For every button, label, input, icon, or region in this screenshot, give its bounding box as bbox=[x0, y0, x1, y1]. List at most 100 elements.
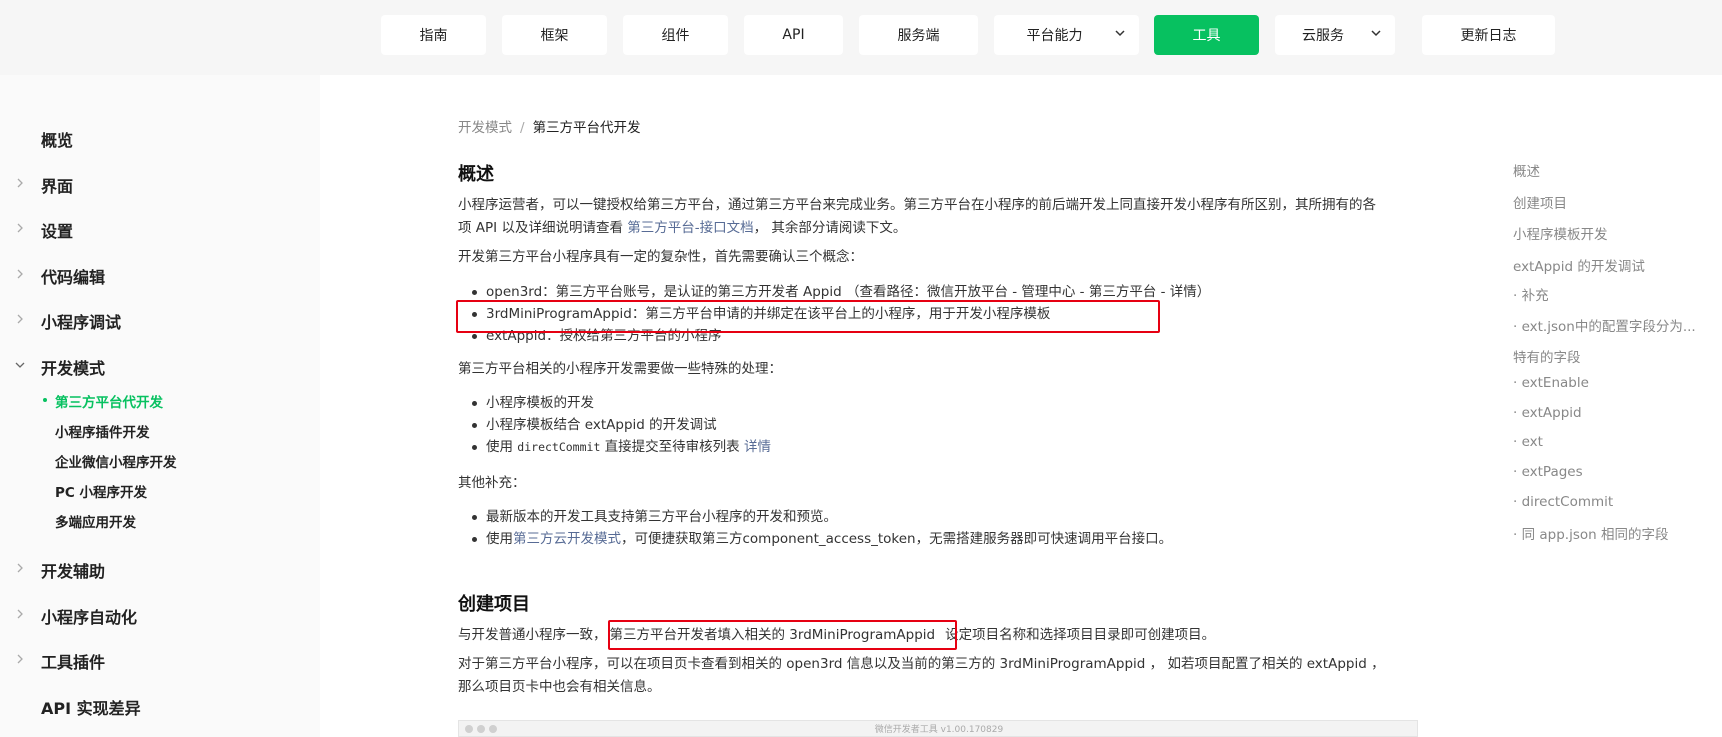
chevron-right-icon bbox=[17, 178, 23, 188]
chevron-right-icon bbox=[17, 563, 23, 573]
toc-item[interactable]: · 同 app.json 相同的字段 bbox=[1513, 523, 1668, 543]
sidebar-item-settings[interactable]: 设置 bbox=[0, 214, 320, 244]
chevron-down-icon bbox=[15, 362, 25, 368]
sidebar-item-label: 开发辅助 bbox=[41, 562, 106, 581]
link-api-docs[interactable]: 第三方平台-接口文档 bbox=[627, 220, 753, 236]
embedded-screenshot-title: 微信开发者工具 v1.00.170829 bbox=[874, 725, 1004, 735]
nav-server[interactable]: 服务端 bbox=[859, 15, 978, 55]
paragraph-intro-line1: 小程序运营者，可以一键授权给第三方平台，通过第三方平台来完成业务。第三方平台在小… bbox=[458, 197, 1376, 213]
paragraph-project-card-line2: 那么项目页卡中也会有相关信息。 bbox=[458, 679, 661, 695]
sidebar-item-dev-assist[interactable]: 开发辅助 bbox=[0, 554, 320, 584]
paragraph-extra-intro: 其他补充： bbox=[458, 475, 526, 491]
sidebar-item-code-editing[interactable]: 代码编辑 bbox=[0, 260, 320, 290]
sidebar-item-label: 概览 bbox=[41, 131, 74, 150]
sidebar-item-interface[interactable]: 界面 bbox=[0, 169, 320, 199]
paragraph-concepts-intro: 开发第三方平台小程序具有一定的复杂性，首先需要确认三个概念： bbox=[458, 249, 863, 265]
list-item: 使用 directCommit 直接提交至待审核列表 详情 bbox=[472, 437, 771, 457]
nav-platform-capabilities[interactable]: 平台能力 bbox=[994, 15, 1139, 55]
text: ，可便捷获取第三方component_access_token，无需搭建服务器即… bbox=[621, 531, 1173, 547]
link-details[interactable]: 详情 bbox=[744, 439, 771, 455]
toc-item[interactable]: extAppid 的开发调试 bbox=[1513, 255, 1645, 275]
toc-item[interactable]: 创建项目 bbox=[1513, 192, 1567, 212]
sidebar-subitem-label: PC 小程序开发 bbox=[55, 485, 148, 501]
text: 使用 bbox=[486, 531, 513, 547]
paragraph-intro-line2: 项 API 以及详细说明请查看 第三方平台-接口文档， 其余部分请阅读下文。 bbox=[458, 217, 906, 240]
text: 与开发普通小程序一致， bbox=[458, 627, 607, 643]
toc-item[interactable]: 概述 bbox=[1513, 160, 1540, 180]
nav-changelog[interactable]: 更新日志 bbox=[1422, 15, 1555, 55]
sidebar-subitem-third-party[interactable]: 第三方平台代开发 bbox=[0, 388, 320, 412]
chevron-down-icon bbox=[1115, 30, 1125, 37]
sidebar-item-label: API 实现差异 bbox=[41, 699, 141, 718]
embedded-screenshot: 微信开发者工具 v1.00.170829 bbox=[458, 720, 1418, 737]
sidebar-subitem-pc[interactable]: PC 小程序开发 bbox=[0, 478, 320, 502]
sidebar-item-label: 工具插件 bbox=[41, 653, 106, 672]
text: 设定项目名称和选择项目目录即可创建项目。 bbox=[945, 627, 1216, 643]
sidebar-subitem-plugin[interactable]: 小程序插件开发 bbox=[0, 418, 320, 442]
breadcrumb: 开发模式 / 第三方平台代开发 bbox=[458, 116, 641, 136]
sidebar-item-overview[interactable]: 概览 bbox=[0, 123, 320, 153]
toc-item[interactable]: 小程序模板开发 bbox=[1513, 223, 1608, 243]
breadcrumb-separator: / bbox=[520, 120, 525, 136]
sidebar-subitem-label: 第三方平台代开发 bbox=[55, 395, 163, 411]
chevron-right-icon bbox=[17, 269, 23, 279]
nav-cloud-service-label: 云服务 bbox=[1302, 28, 1344, 44]
code-direct-commit: directCommit bbox=[517, 440, 601, 454]
nav-api[interactable]: API bbox=[744, 15, 843, 55]
link-cloud-dev-mode[interactable]: 第三方云开发模式 bbox=[513, 531, 621, 547]
list-item: 小程序模板结合 extAppid 的开发调试 bbox=[472, 417, 717, 433]
chevron-down-icon bbox=[1371, 30, 1381, 37]
current-dot-icon bbox=[43, 398, 47, 402]
text: 项 API 以及详细说明请查看 bbox=[458, 220, 628, 236]
top-nav: 指南 框架 组件 API 服务端 平台能力 工具 云服务 更新日志 bbox=[0, 0, 1722, 75]
nav-framework[interactable]: 框架 bbox=[502, 15, 607, 55]
sidebar-item-label: 代码编辑 bbox=[41, 268, 106, 287]
list-item: 最新版本的开发工具支持第三方平台小程序的开发和预览。 bbox=[472, 509, 837, 525]
highlight-box bbox=[608, 620, 957, 650]
breadcrumb-current: 第三方平台代开发 bbox=[532, 120, 641, 136]
sidebar-item-label: 开发模式 bbox=[41, 359, 106, 378]
list-item: 使用第三方云开发模式，可便捷获取第三方component_access_toke… bbox=[471, 529, 1173, 549]
highlight-box bbox=[456, 300, 1160, 333]
section-title-overview: 概述 bbox=[458, 164, 494, 185]
text: 使用 bbox=[486, 439, 518, 455]
toc-item[interactable]: · directCommit bbox=[1513, 494, 1613, 510]
sidebar-item-label: 设置 bbox=[41, 222, 74, 241]
toc-item[interactable]: · ext bbox=[1513, 434, 1543, 450]
sidebar-subitem-label: 小程序插件开发 bbox=[55, 425, 150, 441]
toc-item[interactable]: · extPages bbox=[1513, 464, 1583, 480]
sidebar-subitem-label: 多端应用开发 bbox=[55, 515, 136, 531]
nav-guide[interactable]: 指南 bbox=[381, 15, 486, 55]
sidebar-item-label: 小程序调试 bbox=[41, 313, 122, 332]
sidebar-subitem-multi-platform[interactable]: 多端应用开发 bbox=[0, 508, 320, 532]
sidebar-item-api-diff[interactable]: API 实现差异 bbox=[0, 691, 320, 721]
chevron-right-icon bbox=[17, 314, 23, 324]
toc-item[interactable]: · extEnable bbox=[1513, 375, 1589, 391]
toc-item[interactable]: · ext.json中的配置字段分为... bbox=[1513, 315, 1696, 335]
sidebar: 概览 界面 设置 代码编辑 小程序调试 开发模式 第三方平台代开发 小程序插件开… bbox=[0, 75, 320, 737]
nav-platform-capabilities-label: 平台能力 bbox=[1026, 28, 1083, 44]
text: 直接提交至待审核列表 bbox=[600, 439, 744, 455]
chevron-right-icon bbox=[17, 609, 23, 619]
chevron-right-icon bbox=[17, 654, 23, 664]
sidebar-item-dev-mode[interactable]: 开发模式 bbox=[0, 351, 320, 381]
nav-cloud-service[interactable]: 云服务 bbox=[1275, 15, 1395, 55]
sidebar-subitem-wecom[interactable]: 企业微信小程序开发 bbox=[0, 448, 320, 472]
section-title-create-project: 创建项目 bbox=[458, 594, 530, 615]
paragraph-special-intro: 第三方平台相关的小程序开发需要做一些特殊的处理： bbox=[458, 361, 782, 377]
chevron-right-icon bbox=[17, 223, 23, 233]
nav-components[interactable]: 组件 bbox=[623, 15, 728, 55]
text: ， 其余部分请阅读下文。 bbox=[753, 220, 907, 236]
sidebar-item-automation[interactable]: 小程序自动化 bbox=[0, 600, 320, 630]
sidebar-item-debugging[interactable]: 小程序调试 bbox=[0, 305, 320, 335]
nav-tools[interactable]: 工具 bbox=[1154, 15, 1259, 55]
sidebar-subitem-label: 企业微信小程序开发 bbox=[55, 455, 177, 471]
toc-item[interactable]: · extAppid bbox=[1513, 405, 1582, 421]
list-item: 小程序模板的开发 bbox=[472, 395, 594, 411]
paragraph-project-card-line1: 对于第三方平台小程序，可以在项目页卡查看到相关的 open3rd 信息以及当前的… bbox=[458, 656, 1385, 672]
sidebar-item-tool-plugins[interactable]: 工具插件 bbox=[0, 645, 320, 675]
sidebar-item-label: 小程序自动化 bbox=[41, 608, 138, 627]
toc-item[interactable]: · 补充 bbox=[1513, 284, 1549, 304]
breadcrumb-parent[interactable]: 开发模式 bbox=[458, 120, 512, 136]
toc-item[interactable]: 特有的字段 bbox=[1513, 346, 1581, 366]
